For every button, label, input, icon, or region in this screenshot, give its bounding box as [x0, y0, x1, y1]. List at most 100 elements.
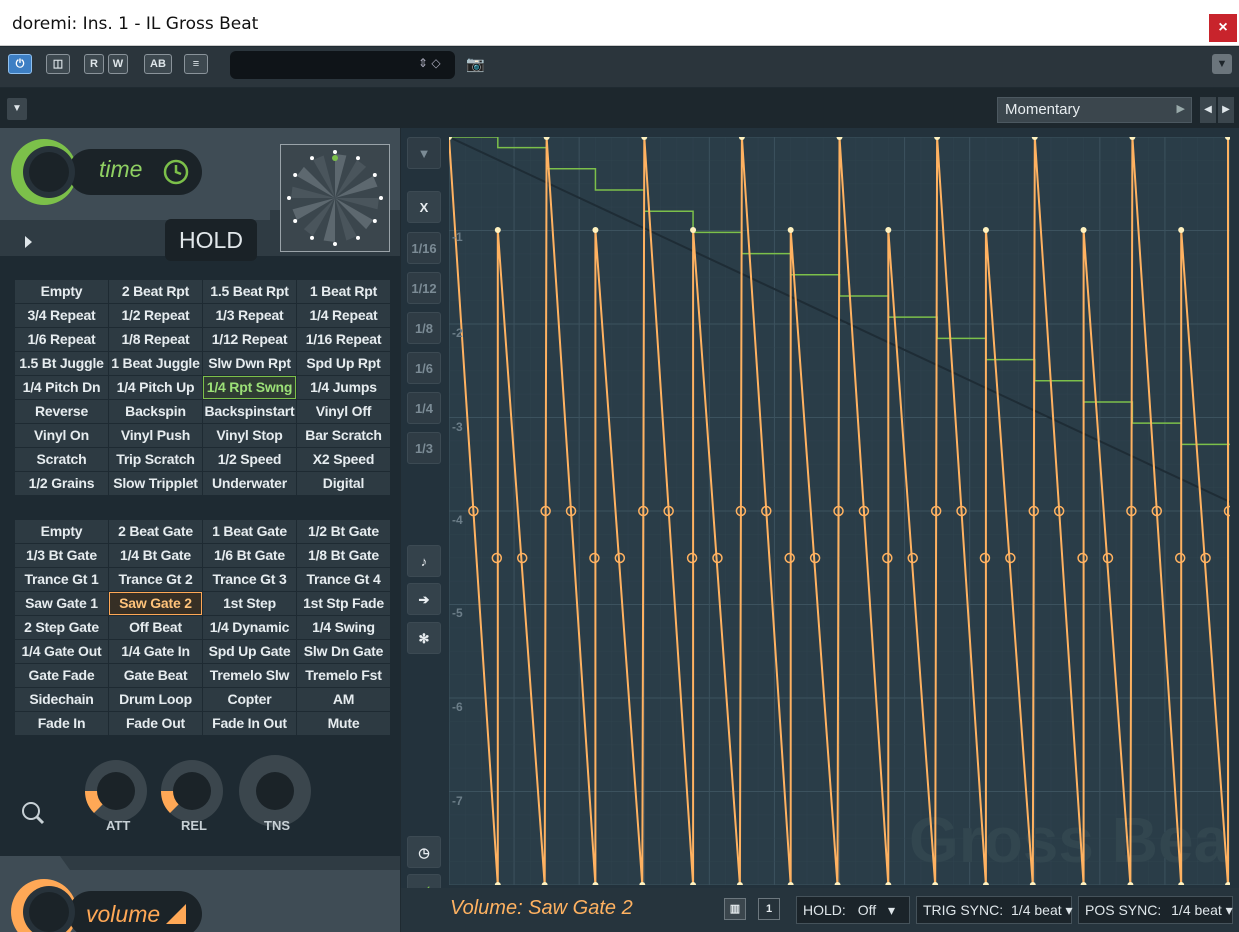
time-preset-3[interactable]: 1 Beat Rpt: [297, 280, 390, 303]
side-button-1-4[interactable]: 1/4: [407, 392, 441, 424]
volume-preset-19[interactable]: 1/4 Swing: [297, 616, 390, 639]
time-preset-21[interactable]: Backspin: [109, 400, 202, 423]
preset-selector[interactable]: ⇕ ◇: [230, 51, 455, 79]
side-dropdown-button[interactable]: ▼: [407, 137, 441, 169]
volume-preset-34[interactable]: Fade In Out: [203, 712, 296, 735]
volume-preset-27[interactable]: Tremelo Fst: [297, 664, 390, 687]
time-preset-8[interactable]: 1/6 Repeat: [15, 328, 108, 351]
volume-preset-25[interactable]: Gate Beat: [109, 664, 202, 687]
rel-knob[interactable]: [160, 760, 223, 822]
time-preset-15[interactable]: Spd Up Rpt: [297, 352, 390, 375]
volume-preset-29[interactable]: Drum Loop: [109, 688, 202, 711]
time-preset-23[interactable]: Vinyl Off: [297, 400, 390, 423]
side-button-x[interactable]: X: [407, 191, 441, 223]
volume-preset-2[interactable]: 1 Beat Gate: [203, 520, 296, 543]
envelope-svg[interactable]: Gross Beat: [446, 134, 1239, 888]
menu-dropdown-button[interactable]: ▼: [7, 98, 27, 120]
side-button-1-12[interactable]: 1/12: [407, 272, 441, 304]
one-button[interactable]: 1: [758, 898, 780, 920]
time-preset-11[interactable]: 1/16 Repeat: [297, 328, 390, 351]
snowflake-icon[interactable]: ✻: [407, 622, 441, 654]
time-preset-27[interactable]: Bar Scratch: [297, 424, 390, 447]
pos-sync-selector[interactable]: POS SYNC: 1/4 beat ▾: [1078, 896, 1233, 924]
volume-preset-6[interactable]: 1/6 Bt Gate: [203, 544, 296, 567]
time-preset-26[interactable]: Vinyl Stop: [203, 424, 296, 447]
next-preset-button[interactable]: ▶: [1218, 97, 1234, 123]
trig-sync-selector[interactable]: TRIG SYNC: 1/4 beat ▾: [916, 896, 1073, 924]
volume-preset-14[interactable]: 1st Step: [203, 592, 296, 615]
time-preset-34[interactable]: Underwater: [203, 472, 296, 495]
volume-preset-30[interactable]: Copter: [203, 688, 296, 711]
volume-preset-0[interactable]: Empty: [15, 520, 108, 543]
wr-button[interactable]: W: [108, 54, 128, 74]
volume-preset-5[interactable]: 1/4 Bt Gate: [109, 544, 202, 567]
time-preset-1[interactable]: 2 Beat Rpt: [109, 280, 202, 303]
time-preset-5[interactable]: 1/2 Repeat: [109, 304, 202, 327]
volume-preset-3[interactable]: 1/2 Bt Gate: [297, 520, 390, 543]
volume-preset-20[interactable]: 1/4 Gate Out: [15, 640, 108, 663]
ab-button[interactable]: AB: [144, 54, 172, 74]
volume-preset-17[interactable]: Off Beat: [109, 616, 202, 639]
rec-button[interactable]: R: [84, 54, 104, 74]
time-preset-7[interactable]: 1/4 Repeat: [297, 304, 390, 327]
volume-preset-7[interactable]: 1/8 Bt Gate: [297, 544, 390, 567]
volume-preset-35[interactable]: Mute: [297, 712, 390, 735]
time-preset-0[interactable]: Empty: [15, 280, 108, 303]
tns-knob[interactable]: [239, 755, 311, 827]
volume-preset-10[interactable]: Trance Gt 3: [203, 568, 296, 591]
volume-preset-24[interactable]: Gate Fade: [15, 664, 108, 687]
time-preset-17[interactable]: 1/4 Pitch Up: [109, 376, 202, 399]
prev-preset-button[interactable]: ◀: [1200, 97, 1216, 123]
volume-preset-8[interactable]: Trance Gt 1: [15, 568, 108, 591]
volume-preset-22[interactable]: Spd Up Gate: [203, 640, 296, 663]
volume-preset-13[interactable]: Saw Gate 2: [109, 592, 202, 615]
time-preset-10[interactable]: 1/12 Repeat: [203, 328, 296, 351]
time-preset-2[interactable]: 1.5 Beat Rpt: [203, 280, 296, 303]
time-preset-30[interactable]: 1/2 Speed: [203, 448, 296, 471]
volume-preset-28[interactable]: Sidechain: [15, 688, 108, 711]
clock-mode-icon[interactable]: ◷: [407, 836, 441, 868]
volume-preset-26[interactable]: Tremelo Slw: [203, 664, 296, 687]
time-preset-24[interactable]: Vinyl On: [15, 424, 108, 447]
time-preset-29[interactable]: Trip Scratch: [109, 448, 202, 471]
time-preset-6[interactable]: 1/3 Repeat: [203, 304, 296, 327]
time-preset-35[interactable]: Digital: [297, 472, 390, 495]
time-preset-18[interactable]: 1/4 Rpt Swng: [203, 376, 296, 399]
time-preset-12[interactable]: 1.5 Bt Juggle: [15, 352, 108, 375]
envelope-graph[interactable]: Gross Beat: [446, 134, 1239, 888]
time-preset-25[interactable]: Vinyl Push: [109, 424, 202, 447]
volume-preset-18[interactable]: 1/4 Dynamic: [203, 616, 296, 639]
time-preset-19[interactable]: 1/4 Jumps: [297, 376, 390, 399]
time-preset-22[interactable]: Backspinstart: [203, 400, 296, 423]
piano-icon[interactable]: ▥: [724, 898, 746, 920]
window-button[interactable]: ◫: [46, 54, 70, 74]
volume-preset-31[interactable]: AM: [297, 688, 390, 711]
side-button-1-8[interactable]: 1/8: [407, 312, 441, 344]
volume-preset-21[interactable]: 1/4 Gate In: [109, 640, 202, 663]
volume-preset-1[interactable]: 2 Beat Gate: [109, 520, 202, 543]
volume-preset-4[interactable]: 1/3 Bt Gate: [15, 544, 108, 567]
arrow-right-icon[interactable]: ➔: [407, 583, 441, 615]
hold-selector[interactable]: HOLD: Off ▾: [796, 896, 910, 924]
time-preset-16[interactable]: 1/4 Pitch Dn: [15, 376, 108, 399]
menu-button[interactable]: ≡: [184, 54, 208, 74]
curve-tool-icon[interactable]: ♪: [407, 545, 441, 577]
volume-preset-16[interactable]: 2 Step Gate: [15, 616, 108, 639]
volume-preset-32[interactable]: Fade In: [15, 712, 108, 735]
time-preset-33[interactable]: Slow Tripplet: [109, 472, 202, 495]
time-preset-13[interactable]: 1 Beat Juggle: [109, 352, 202, 375]
volume-preset-33[interactable]: Fade Out: [109, 712, 202, 735]
volume-preset-15[interactable]: 1st Stp Fade: [297, 592, 390, 615]
side-button-1-16[interactable]: 1/16: [407, 232, 441, 264]
time-preset-20[interactable]: Reverse: [15, 400, 108, 423]
camera-icon[interactable]: 📷: [466, 55, 490, 73]
power-button[interactable]: ⏻: [8, 54, 32, 74]
time-preset-14[interactable]: Slw Dwn Rpt: [203, 352, 296, 375]
volume-preset-23[interactable]: Slw Dn Gate: [297, 640, 390, 663]
volume-preset-9[interactable]: Trance Gt 2: [109, 568, 202, 591]
att-knob[interactable]: [84, 760, 147, 822]
side-button-1-3[interactable]: 1/3: [407, 432, 441, 464]
toolbar-dropdown-button[interactable]: ▼: [1212, 54, 1232, 74]
time-preset-32[interactable]: 1/2 Grains: [15, 472, 108, 495]
volume-preset-11[interactable]: Trance Gt 4: [297, 568, 390, 591]
